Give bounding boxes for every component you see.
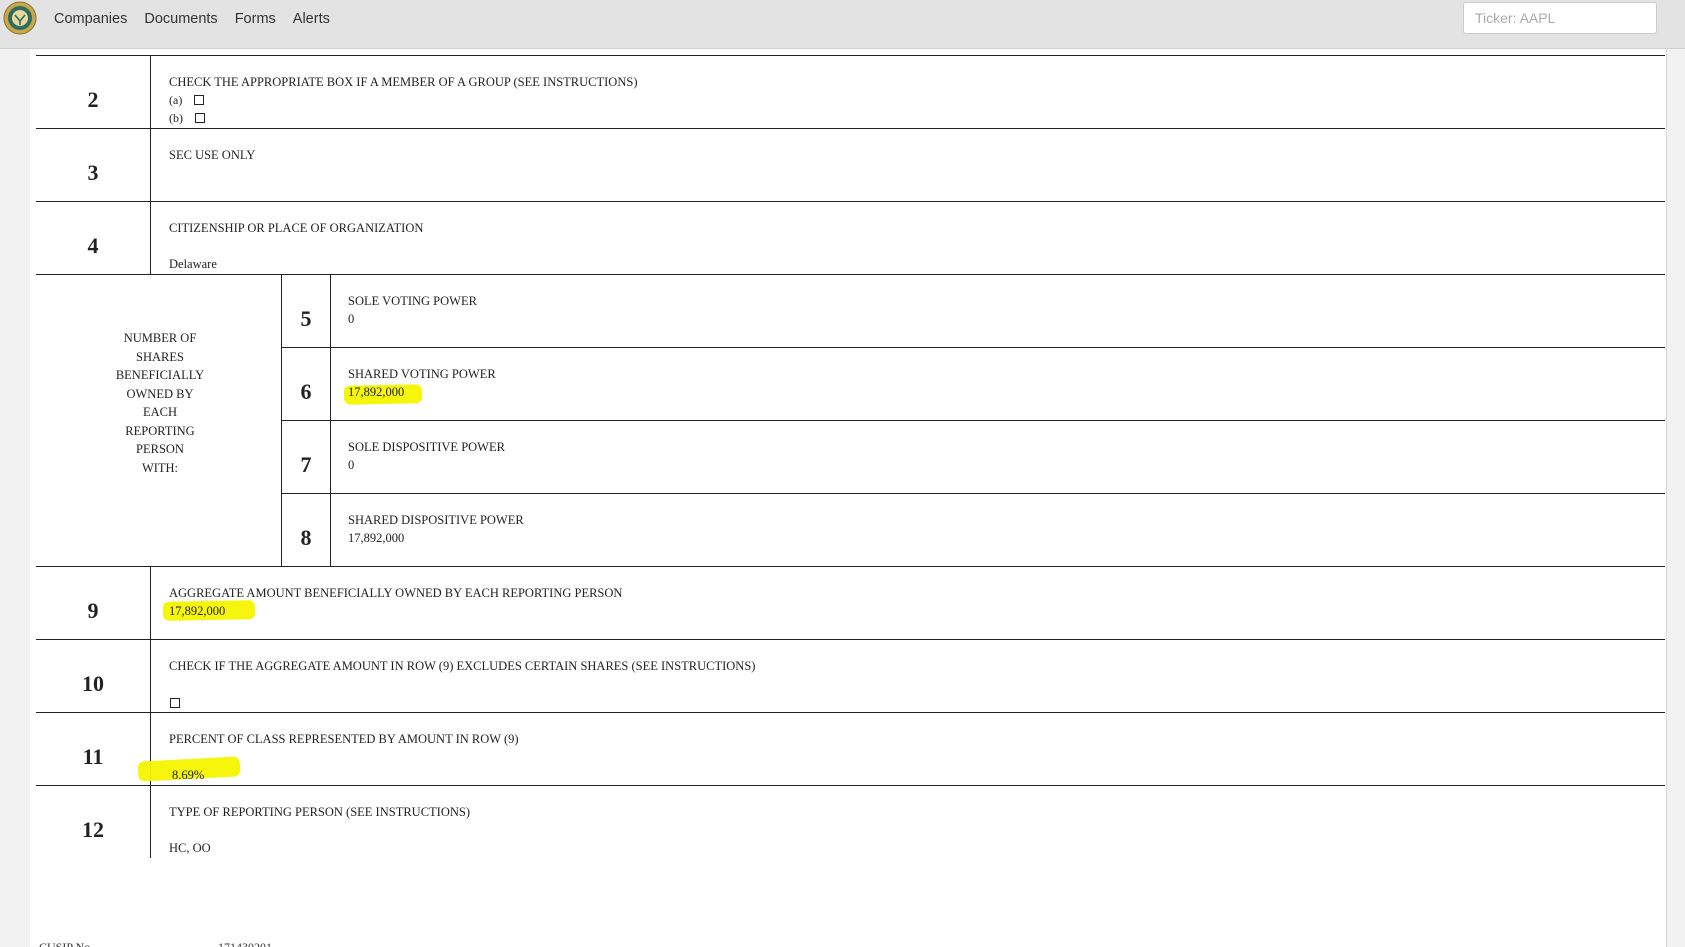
top-navbar: Companies Documents Forms Alerts [0,0,1685,49]
nav-forms[interactable]: Forms [235,11,276,27]
rule [36,712,1665,713]
cusip-value: 171430201 [218,940,272,947]
ticker-search-input[interactable] [1463,2,1657,34]
shares-owned-label: NUMBER OF SHARES BENEFICIALLY OWNED BY E… [105,329,215,477]
row-value: 17,892,000 [169,604,226,618]
row-label: CITIZENSHIP OR PLACE OF ORGANIZATION [169,221,424,235]
checkbox-box[interactable] [194,95,205,105]
rule [36,201,1665,202]
row-value: 8.69% [172,768,205,782]
row-value: 0 [348,312,355,326]
row-label: SHARED DISPOSITIVE POWER [348,513,524,527]
row-number: 9 [87,598,99,623]
nav-documents[interactable]: Documents [144,11,217,27]
rule [281,420,1665,421]
row-label: SEC USE ONLY [169,148,256,162]
nav-alerts[interactable]: Alerts [293,11,330,27]
checkbox-b[interactable]: (b) [169,111,205,126]
row-label: TYPE OF REPORTING PERSON (SEE INSTRUCTIO… [169,805,471,819]
shares-label-line: NUMBER OF [123,331,197,345]
row-value: 17,892,000 [348,385,405,399]
checkbox-a[interactable]: (a) [169,93,205,108]
cusip-label: CUSIP No. [39,940,94,947]
rule [281,347,1665,348]
row-number: 6 [300,379,312,404]
row-number: 4 [87,233,99,258]
row-number: 3 [87,160,99,185]
rule [281,493,1665,494]
page-edge-divider [1666,48,1667,947]
sec-seal-logo-icon[interactable] [3,1,37,35]
row-label: CHECK IF THE AGGREGATE AMOUNT IN ROW (9)… [169,659,756,673]
nav-links: Companies Documents Forms Alerts [54,0,347,38]
row-value: 17,892,000 [348,531,405,545]
row-label: CHECK THE APPROPRIATE BOX IF A MEMBER OF… [169,75,638,89]
row-value: Delaware [169,257,217,271]
row-number: 7 [300,452,312,477]
shares-label-line: SHARES [136,349,184,364]
row-value: 0 [348,458,355,472]
nav-companies[interactable]: Companies [54,11,127,27]
row-label: SHARED VOTING POWER [348,367,496,381]
row-number: 10 [82,671,104,696]
rule [36,566,1665,567]
shares-label-line: OWNED BY [126,386,194,401]
row-value: HC, OO [169,841,211,855]
exclusion-checkbox[interactable] [170,698,180,708]
row-label: AGGREGATE AMOUNT BENEFICIALLY OWNED BY E… [169,586,623,600]
rule [36,639,1665,640]
row-number: 12 [82,817,104,842]
row-label: PERCENT OF CLASS REPRESENTED BY AMOUNT I… [169,732,519,746]
column-divider [281,274,282,566]
row-number: 11 [82,744,104,769]
row-number: 2 [87,87,99,112]
column-divider [330,274,331,566]
shares-label-line: EACH [142,405,178,419]
row-number: 8 [300,525,312,550]
checkbox-b-label: (b) [169,111,183,125]
shares-label-line: WITH: [141,460,179,475]
checkbox-a-label: (a) [169,93,183,107]
row-label: SOLE DISPOSITIVE POWER [348,440,505,454]
column-divider [150,55,151,274]
shares-label-line: PERSON [136,442,184,456]
rule [36,785,1665,786]
row-number: 5 [300,306,312,331]
row-label: SOLE VOTING POWER [348,294,477,308]
checkbox-box[interactable] [195,113,205,123]
rule [36,128,1665,129]
shares-label-line: BENEFICIALLY [115,368,205,382]
column-divider [150,566,151,858]
rule [36,55,1665,56]
shares-label-line: REPORTING [125,423,195,438]
